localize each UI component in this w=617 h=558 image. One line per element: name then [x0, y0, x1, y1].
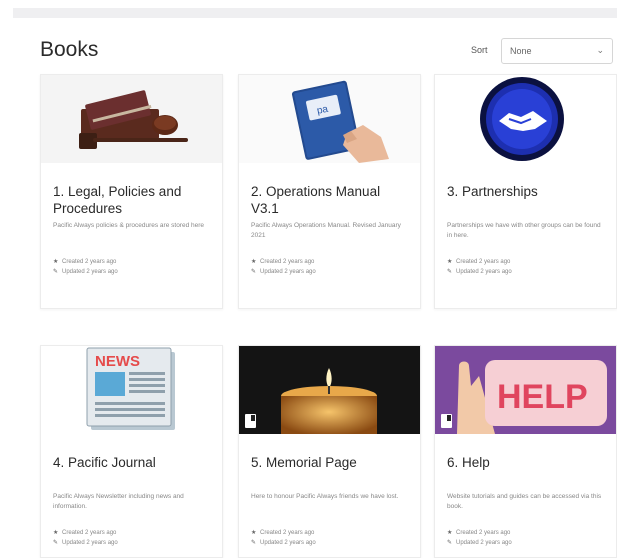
updated-meta: ✎ Updated 2 years ago — [251, 269, 316, 275]
star-icon: ★ — [447, 530, 453, 536]
pencil-icon: ✎ — [251, 540, 257, 546]
book-description: Website tutorials and guides can be acce… — [447, 493, 602, 510]
pencil-icon: ✎ — [447, 540, 453, 546]
book-description: Pacific Always Operations Manual. Revise… — [251, 222, 401, 239]
created-meta: ★ Created 2 years ago — [251, 530, 315, 536]
book-title[interactable]: 3. Partnerships — [447, 183, 604, 219]
newspaper-headline: NEWS — [95, 353, 140, 370]
book-description: Pacific Always Newsletter including news… — [53, 493, 184, 510]
pencil-icon: ✎ — [53, 540, 59, 546]
book-card-4[interactable]: NEWS 4. Pacific Journal Pacific Always N… — [40, 345, 223, 558]
chevron-down-icon: ⌄ — [596, 45, 604, 55]
book-card-2[interactable]: pa 2. Operations Manual V3.1 Pacific Alw… — [238, 74, 421, 309]
book-description: Here to honour Pacific Always friends we… — [251, 493, 399, 500]
star-icon: ★ — [251, 259, 257, 265]
pencil-icon: ✎ — [53, 269, 59, 275]
sort-selected-value: None — [510, 46, 532, 56]
book-title[interactable]: 6. Help — [447, 454, 604, 490]
book-title[interactable]: 1. Legal, Policies and Procedures — [53, 183, 210, 219]
book-icon — [441, 414, 452, 428]
updated-meta: ✎ Updated 2 years ago — [53, 540, 118, 546]
sort-label: Sort — [471, 45, 488, 55]
book-thumbnail-partnerships — [435, 75, 616, 163]
help-sign-text: HELP — [497, 378, 588, 416]
created-meta: ★ Created 2 years ago — [447, 259, 511, 265]
star-icon: ★ — [447, 259, 453, 265]
pencil-icon: ✎ — [447, 269, 453, 275]
book-icon — [245, 414, 256, 428]
created-meta: ★ Created 2 years ago — [447, 530, 511, 536]
star-icon: ★ — [53, 259, 59, 265]
book-thumbnail-legal — [41, 75, 222, 163]
updated-meta: ✎ Updated 2 years ago — [447, 540, 512, 546]
page-title: Books — [40, 38, 99, 61]
updated-meta: ✎ Updated 2 years ago — [53, 269, 118, 275]
book-card-6[interactable]: HELP 6. Help Website tutorials and guide… — [434, 345, 617, 558]
book-description: Partnerships we have with other groups c… — [447, 222, 601, 239]
updated-meta: ✎ Updated 2 years ago — [251, 540, 316, 546]
pencil-icon: ✎ — [251, 269, 257, 275]
book-title[interactable]: 5. Memorial Page — [251, 454, 408, 490]
book-title[interactable]: 2. Operations Manual V3.1 — [251, 183, 408, 219]
book-thumbnail-memorial — [239, 346, 420, 434]
created-meta: ★ Created 2 years ago — [53, 259, 117, 265]
star-icon: ★ — [53, 530, 59, 536]
created-meta: ★ Created 2 years ago — [251, 259, 315, 265]
top-bar — [13, 8, 617, 18]
book-card-3[interactable]: 3. Partnerships Partnerships we have wit… — [434, 74, 617, 309]
book-title[interactable]: 4. Pacific Journal — [53, 454, 210, 490]
book-thumbnail-journal: NEWS — [41, 346, 222, 434]
book-card-5[interactable]: 5. Memorial Page Here to honour Pacific … — [238, 345, 421, 558]
book-card-1[interactable]: 1. Legal, Policies and Procedures Pacifi… — [40, 74, 223, 309]
created-meta: ★ Created 2 years ago — [53, 530, 117, 536]
book-description: Pacific Always policies & procedures are… — [53, 222, 205, 229]
sort-select[interactable]: None ⌄ — [501, 38, 613, 64]
book-thumbnail-help: HELP — [435, 346, 616, 434]
updated-meta: ✎ Updated 2 years ago — [447, 269, 512, 275]
book-thumbnail-operations-manual: pa — [239, 75, 420, 163]
star-icon: ★ — [251, 530, 257, 536]
